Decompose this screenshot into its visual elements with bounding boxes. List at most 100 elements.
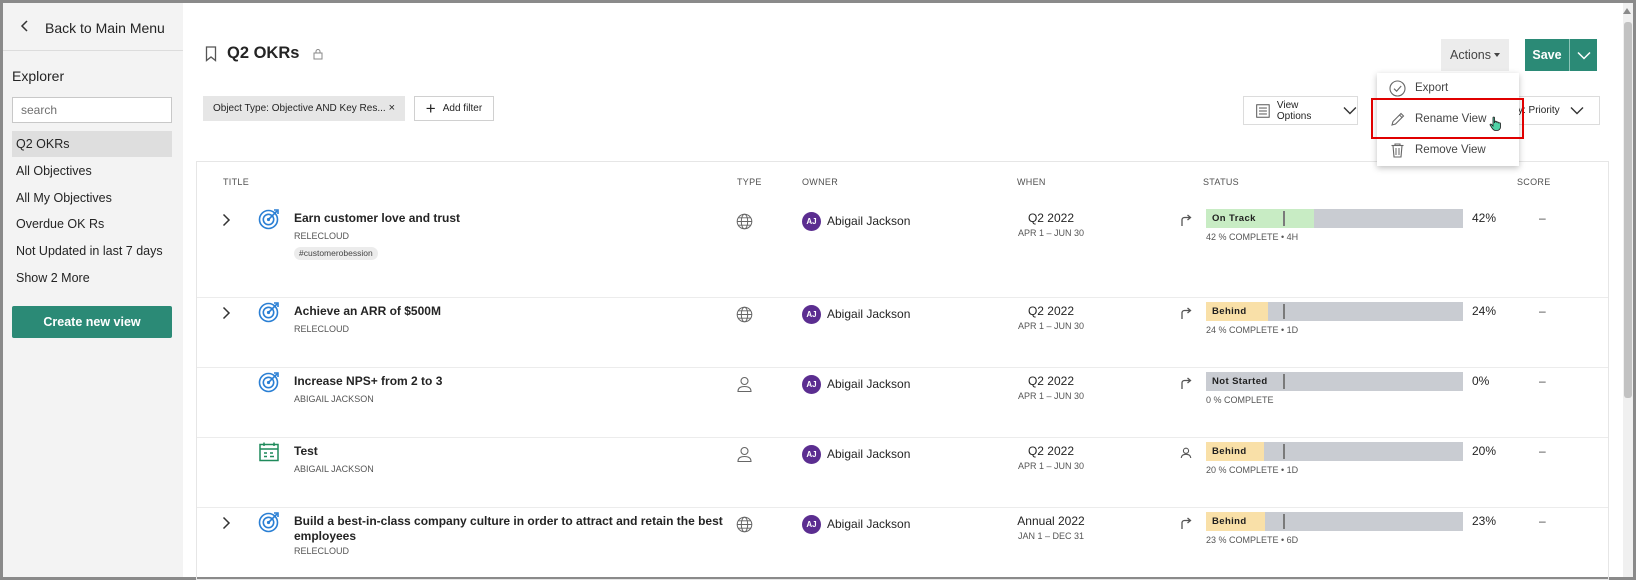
score-value[interactable]: – <box>1539 374 1546 388</box>
expand-row-chevron-icon[interactable] <box>222 516 231 535</box>
page-title: Q2 OKRs <box>227 44 300 62</box>
filter-chip-label: Object Type: Objective AND Key Res... <box>213 103 386 114</box>
status-label: Not Started <box>1212 376 1268 387</box>
row-separator <box>197 437 1608 438</box>
avatar: AJ <box>802 515 821 534</box>
progress-percent: 24% <box>1472 304 1497 318</box>
chevron-down-icon <box>1576 51 1591 60</box>
sidebar-item-all-my-objectives[interactable]: All My Objectives <box>12 185 172 211</box>
row-title[interactable]: Increase NPS+ from 2 to 3 <box>294 374 442 388</box>
create-new-view-button[interactable]: Create new view <box>12 306 172 338</box>
row-subtitle: ABIGAIL JACKSON <box>294 394 374 404</box>
filter-chip[interactable]: Object Type: Objective AND Key Res... × <box>203 96 405 121</box>
save-button[interactable]: Save <box>1525 39 1570 71</box>
when-range: JAN 1 – DEC 31 <box>1017 531 1085 541</box>
add-filter-label: Add filter <box>442 103 483 114</box>
sidebar-item-overdue-okrs[interactable]: Overdue OK Rs <box>12 211 172 237</box>
when-range: APR 1 – JUN 30 <box>1017 461 1085 471</box>
progress-bar[interactable]: Behind <box>1206 442 1463 461</box>
column-header-score[interactable]: SCORE <box>1517 177 1551 187</box>
owner-name[interactable]: Abigail Jackson <box>827 517 910 531</box>
when-period: Q2 2022 <box>1027 211 1075 225</box>
progress-bar[interactable]: Behind <box>1206 512 1463 531</box>
row-separator <box>197 367 1608 368</box>
column-header-type[interactable]: TYPE <box>737 177 762 187</box>
column-header-when[interactable]: WHEN <box>1017 177 1046 187</box>
actions-label: Actions <box>1450 48 1491 62</box>
back-to-main-menu-button[interactable]: Back to Main Menu <box>3 3 183 51</box>
completion-detail: 24 % COMPLETE • 1D <box>1206 325 1299 335</box>
row-separator <box>197 297 1608 298</box>
score-value[interactable]: – <box>1539 514 1546 528</box>
chevron-down-icon <box>1343 107 1357 115</box>
row-tag[interactable]: #customerobession <box>294 247 378 260</box>
arrow-turn-right-icon <box>1180 376 1192 395</box>
page-header: Q2 OKRs <box>205 44 323 63</box>
trash-icon <box>1391 143 1404 158</box>
save-button-group: Save <box>1525 39 1597 71</box>
progress-bar[interactable]: Not Started <box>1206 372 1463 391</box>
expected-progress-marker <box>1283 514 1285 529</box>
expand-row-chevron-icon[interactable] <box>222 213 231 232</box>
column-header-status[interactable]: STATUS <box>1203 177 1239 187</box>
row-title[interactable]: Achieve an ARR of $500M <box>294 304 441 318</box>
score-value[interactable]: – <box>1539 211 1546 225</box>
status-label: Behind <box>1212 516 1247 527</box>
owner-name[interactable]: Abigail Jackson <box>827 447 910 461</box>
caret-down-icon <box>1494 53 1500 57</box>
expand-row-chevron-icon[interactable] <box>222 306 231 325</box>
owner-name[interactable]: Abigail Jackson <box>827 214 910 228</box>
column-header-owner[interactable]: OWNER <box>802 177 838 187</box>
sidebar-item-not-updated[interactable]: Not Updated in last 7 days <box>12 238 172 264</box>
row-subtitle: ABIGAIL JACKSON <box>294 464 374 474</box>
expected-progress-marker <box>1283 444 1285 459</box>
search-input[interactable] <box>12 97 172 123</box>
sidebar-item-q2-okrs[interactable]: Q2 OKRs <box>12 131 172 157</box>
progress-bar[interactable]: On Track <box>1206 209 1463 228</box>
status-label: Behind <box>1212 446 1247 457</box>
scrollbar-thumb[interactable] <box>1624 22 1632 398</box>
progress-percent: 20% <box>1472 444 1497 458</box>
row-separator <box>197 507 1608 508</box>
bookmark-icon[interactable] <box>205 45 217 62</box>
actions-button[interactable]: Actions <box>1441 39 1509 71</box>
expected-progress-marker <box>1283 304 1285 319</box>
owner-name[interactable]: Abigail Jackson <box>827 307 910 321</box>
view-options-button[interactable]: View Options <box>1243 96 1358 125</box>
sidebar: Back to Main Menu Explorer Q2 OKRs All O… <box>3 3 183 577</box>
score-value[interactable]: – <box>1539 304 1546 318</box>
menu-item-label: Export <box>1415 82 1449 94</box>
chevron-down-icon <box>1570 107 1584 115</box>
column-header-title[interactable]: TITLE <box>223 177 249 187</box>
target-icon <box>258 301 280 328</box>
target-icon <box>258 511 280 538</box>
row-subtitle: RELECLOUD <box>294 546 350 556</box>
status-label: On Track <box>1212 213 1256 224</box>
owner-name[interactable]: Abigail Jackson <box>827 377 910 391</box>
globe-icon <box>736 213 753 235</box>
sidebar-item-all-objectives[interactable]: All Objectives <box>12 158 172 184</box>
add-filter-button[interactable]: + Add filter <box>414 96 494 121</box>
globe-icon <box>736 306 753 328</box>
row-title[interactable]: Test <box>294 444 318 458</box>
row-title[interactable]: Earn customer love and trust <box>294 211 460 225</box>
sidebar-show-more[interactable]: Show 2 More <box>12 265 172 291</box>
remove-filter-icon[interactable]: × <box>389 102 395 114</box>
scroll-up-arrow-icon[interactable] <box>1623 8 1631 14</box>
row-title[interactable]: Build a best-in-class company culture in… <box>294 514 723 528</box>
score-value[interactable]: – <box>1539 444 1546 458</box>
completion-detail: 20 % COMPLETE • 1D <box>1206 465 1299 475</box>
progress-percent: 23% <box>1472 514 1497 528</box>
status-label: Behind <box>1212 306 1247 317</box>
when-range: APR 1 – JUN 30 <box>1017 228 1085 238</box>
avatar: AJ <box>802 305 821 324</box>
menu-item-remove-view[interactable]: Remove View <box>1377 135 1519 166</box>
target-icon <box>258 371 280 398</box>
row-title-line2[interactable]: employees <box>294 529 356 543</box>
avatar: AJ <box>802 375 821 394</box>
target-icon <box>258 208 280 235</box>
progress-percent: 42% <box>1472 211 1497 225</box>
progress-bar[interactable]: Behind <box>1206 302 1463 321</box>
save-dropdown-button[interactable] <box>1570 39 1597 71</box>
back-label: Back to Main Menu <box>45 20 165 36</box>
